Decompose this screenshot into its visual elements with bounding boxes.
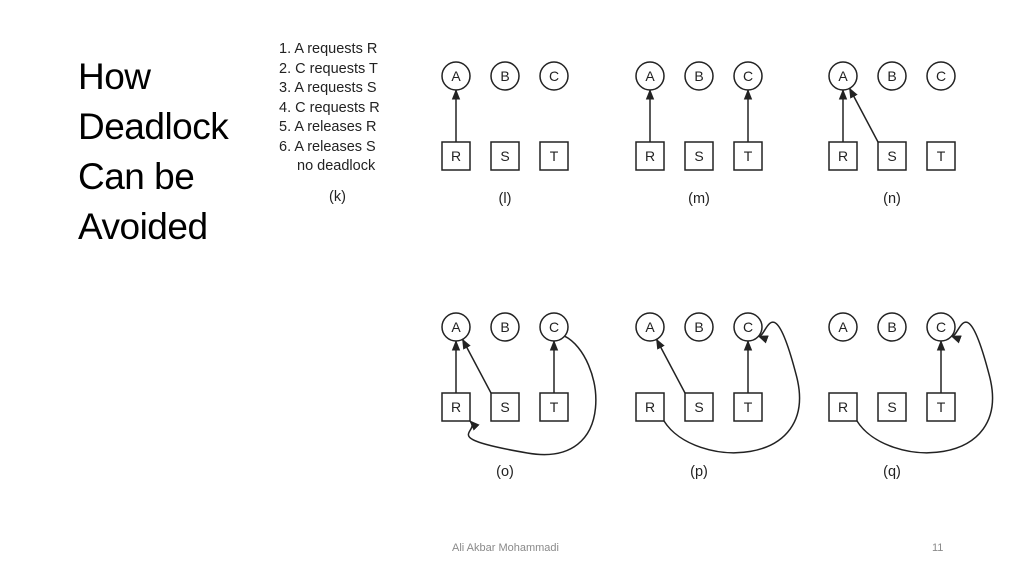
process-label: B — [887, 68, 896, 84]
assignment-edge — [655, 338, 686, 394]
process-label: C — [743, 68, 753, 84]
resource-label: S — [694, 399, 703, 415]
resource-label: R — [838, 399, 848, 415]
resource-label: T — [937, 399, 946, 415]
panel-label: (o) — [496, 464, 514, 480]
graph-panel-p: A B C R S T (p) — [635, 312, 800, 480]
process-label: C — [549, 68, 559, 84]
resource-label: S — [887, 399, 896, 415]
process-label: A — [645, 319, 655, 335]
panel-label: (l) — [499, 191, 512, 207]
resource-label: T — [937, 148, 946, 164]
assignment-edge-curved — [663, 321, 800, 454]
resource-label: S — [500, 148, 509, 164]
panel-label: (n) — [883, 191, 901, 207]
panel-label: (q) — [883, 464, 901, 480]
process-label: B — [887, 319, 896, 335]
resource-label: R — [838, 148, 848, 164]
graph-panel-m: A B C R S T (m) — [635, 61, 763, 207]
graph-panel-l: A B C R S T (l) — [441, 61, 569, 207]
assignment-edge — [461, 338, 492, 394]
resource-label: R — [451, 148, 461, 164]
process-label: C — [936, 319, 946, 335]
graph-panel-n: A B C R S T (n) — [828, 61, 956, 207]
page-number: 11 — [932, 542, 944, 554]
assignment-edge — [848, 87, 879, 143]
resource-label: T — [550, 148, 559, 164]
panel-label: (p) — [690, 464, 708, 480]
process-label: B — [500, 319, 509, 335]
process-label: A — [451, 319, 461, 335]
resource-label: S — [887, 148, 896, 164]
resource-allocation-graphs: A B C R S T (l) A B C R S T (m) A B C R S T (n) A B C R S T (o) A B C R… — [441, 61, 993, 480]
process-label: A — [451, 68, 461, 84]
resource-label: S — [500, 399, 509, 415]
process-label: A — [645, 68, 655, 84]
process-label: A — [838, 68, 848, 84]
resource-label: T — [744, 399, 753, 415]
process-label: B — [500, 68, 509, 84]
resource-label: R — [645, 399, 655, 415]
process-label: A — [838, 319, 848, 335]
slide: How Deadlock Can be Avoided 1. A request… — [0, 0, 1024, 576]
graph-panel-o: A B C R S T (o) — [441, 312, 597, 480]
resource-label: S — [694, 148, 703, 164]
process-label: C — [549, 319, 559, 335]
process-label: B — [694, 319, 703, 335]
resource-label: R — [645, 148, 655, 164]
graph-panel-q: A B C R S T (q) — [828, 312, 993, 480]
resource-label: T — [550, 399, 559, 415]
process-label: C — [936, 68, 946, 84]
process-label: C — [743, 319, 753, 335]
resource-label: R — [451, 399, 461, 415]
assignment-edge-curved — [856, 321, 993, 454]
resource-label: T — [744, 148, 753, 164]
panel-label: (m) — [688, 191, 710, 207]
footer-author: Ali Akbar Mohammadi — [452, 542, 559, 554]
process-label: B — [694, 68, 703, 84]
request-edge-curved — [467, 335, 597, 456]
